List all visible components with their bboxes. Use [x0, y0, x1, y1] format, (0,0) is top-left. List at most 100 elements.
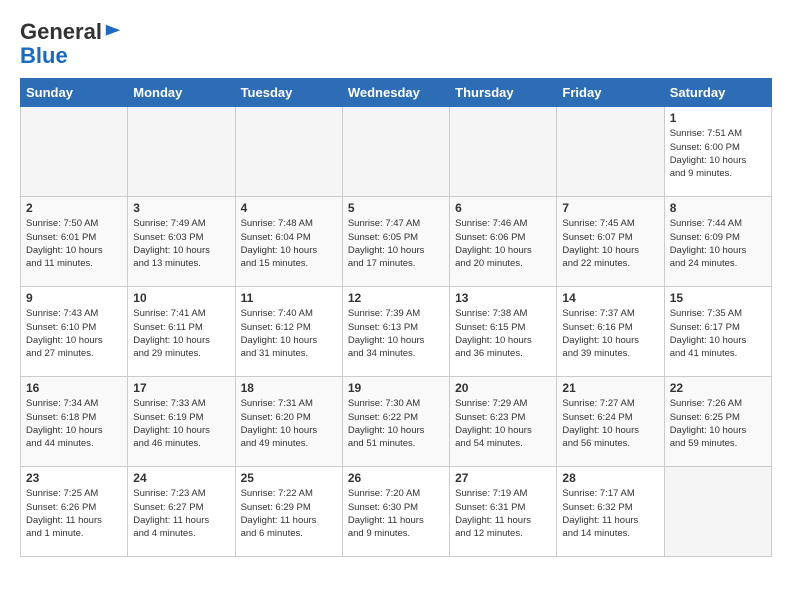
calendar-cell: 3 Sunrise: 7:49 AM Sunset: 6:03 PM Daylig… [128, 197, 235, 287]
day-number: 25 [241, 471, 337, 485]
calendar-cell: 18 Sunrise: 7:31 AM Sunset: 6:20 PM Dayli… [235, 377, 342, 467]
day-info: Sunrise: 7:20 AM Sunset: 6:30 PM Dayligh… [348, 487, 444, 540]
calendar-cell: 12Sunrise: 7:39 AM Sunset: 6:13 PM Dayli… [342, 287, 449, 377]
day-info: Sunrise: 7:51 AM Sunset: 6:00 PM Dayligh… [670, 127, 766, 180]
day-info: Sunrise: 7:31 AM Sunset: 6:20 PM Dayligh… [241, 397, 337, 450]
calendar-cell: 10Sunrise: 7:41 AM Sunset: 6:11 PM Dayli… [128, 287, 235, 377]
day-number: 4 [241, 201, 337, 215]
calendar-cell: 9 Sunrise: 7:43 AM Sunset: 6:10 PM Daylig… [21, 287, 128, 377]
calendar-cell: 8 Sunrise: 7:44 AM Sunset: 6:09 PM Daylig… [664, 197, 771, 287]
calendar-cell: 16 Sunrise: 7:34 AM Sunset: 6:18 PM Dayli… [21, 377, 128, 467]
day-info: Sunrise: 7:23 AM Sunset: 6:27 PM Dayligh… [133, 487, 229, 540]
day-info: Sunrise: 7:29 AM Sunset: 6:23 PM Dayligh… [455, 397, 551, 450]
day-info: Sunrise: 7:41 AM Sunset: 6:11 PM Dayligh… [133, 307, 229, 360]
day-number: 7 [562, 201, 658, 215]
weekday-header-saturday: Saturday [664, 79, 771, 107]
day-number: 16 [26, 381, 122, 395]
calendar-cell: 23Sunrise: 7:25 AM Sunset: 6:26 PM Dayli… [21, 467, 128, 557]
calendar-cell: 27 Sunrise: 7:19 AM Sunset: 6:31 PM Dayli… [450, 467, 557, 557]
weekday-header-thursday: Thursday [450, 79, 557, 107]
day-info: Sunrise: 7:35 AM Sunset: 6:17 PM Dayligh… [670, 307, 766, 360]
weekday-header-wednesday: Wednesday [342, 79, 449, 107]
day-info: Sunrise: 7:27 AM Sunset: 6:24 PM Dayligh… [562, 397, 658, 450]
weekday-header-friday: Friday [557, 79, 664, 107]
weekday-header-sunday: Sunday [21, 79, 128, 107]
weekday-header-tuesday: Tuesday [235, 79, 342, 107]
day-number: 8 [670, 201, 766, 215]
day-info: Sunrise: 7:49 AM Sunset: 6:03 PM Dayligh… [133, 217, 229, 270]
day-number: 20 [455, 381, 551, 395]
day-number: 22 [670, 381, 766, 395]
day-number: 17 [133, 381, 229, 395]
calendar-cell: 25 Sunrise: 7:22 AM Sunset: 6:29 PM Dayli… [235, 467, 342, 557]
day-number: 5 [348, 201, 444, 215]
calendar-week-5: 23Sunrise: 7:25 AM Sunset: 6:26 PM Dayli… [21, 467, 772, 557]
calendar-cell: 17 Sunrise: 7:33 AM Sunset: 6:19 PM Dayli… [128, 377, 235, 467]
calendar-cell [21, 107, 128, 197]
day-info: Sunrise: 7:17 AM Sunset: 6:32 PM Dayligh… [562, 487, 658, 540]
logo-general: General [20, 20, 102, 44]
day-number: 13 [455, 291, 551, 305]
day-number: 14 [562, 291, 658, 305]
calendar-cell: 5 Sunrise: 7:47 AM Sunset: 6:05 PM Daylig… [342, 197, 449, 287]
day-info: Sunrise: 7:19 AM Sunset: 6:31 PM Dayligh… [455, 487, 551, 540]
day-number: 27 [455, 471, 551, 485]
calendar-cell: 11 Sunrise: 7:40 AM Sunset: 6:12 PM Dayli… [235, 287, 342, 377]
day-number: 21 [562, 381, 658, 395]
calendar-cell [557, 107, 664, 197]
day-info: Sunrise: 7:25 AM Sunset: 6:26 PM Dayligh… [26, 487, 122, 540]
calendar-cell: 14 Sunrise: 7:37 AM Sunset: 6:16 PM Dayli… [557, 287, 664, 377]
day-info: Sunrise: 7:38 AM Sunset: 6:15 PM Dayligh… [455, 307, 551, 360]
day-info: Sunrise: 7:34 AM Sunset: 6:18 PM Dayligh… [26, 397, 122, 450]
day-info: Sunrise: 7:47 AM Sunset: 6:05 PM Dayligh… [348, 217, 444, 270]
day-number: 6 [455, 201, 551, 215]
calendar-cell: 15 Sunrise: 7:35 AM Sunset: 6:17 PM Dayli… [664, 287, 771, 377]
calendar-cell: 6 Sunrise: 7:46 AM Sunset: 6:06 PM Daylig… [450, 197, 557, 287]
day-info: Sunrise: 7:30 AM Sunset: 6:22 PM Dayligh… [348, 397, 444, 450]
day-number: 2 [26, 201, 122, 215]
day-info: Sunrise: 7:22 AM Sunset: 6:29 PM Dayligh… [241, 487, 337, 540]
calendar-cell: 20 Sunrise: 7:29 AM Sunset: 6:23 PM Dayli… [450, 377, 557, 467]
calendar-cell: 21 Sunrise: 7:27 AM Sunset: 6:24 PM Dayli… [557, 377, 664, 467]
calendar-cell: 28 Sunrise: 7:17 AM Sunset: 6:32 PM Dayli… [557, 467, 664, 557]
calendar-cell: 2 Sunrise: 7:50 AM Sunset: 6:01 PM Daylig… [21, 197, 128, 287]
calendar-cell: 1 Sunrise: 7:51 AM Sunset: 6:00 PM Daylig… [664, 107, 771, 197]
day-info: Sunrise: 7:40 AM Sunset: 6:12 PM Dayligh… [241, 307, 337, 360]
logo-blue: Blue [20, 44, 122, 68]
day-info: Sunrise: 7:50 AM Sunset: 6:01 PM Dayligh… [26, 217, 122, 270]
day-number: 3 [133, 201, 229, 215]
day-number: 9 [26, 291, 122, 305]
calendar-cell: 26Sunrise: 7:20 AM Sunset: 6:30 PM Dayli… [342, 467, 449, 557]
day-number: 28 [562, 471, 658, 485]
day-info: Sunrise: 7:39 AM Sunset: 6:13 PM Dayligh… [348, 307, 444, 360]
calendar-cell: 19 Sunrise: 7:30 AM Sunset: 6:22 PM Dayli… [342, 377, 449, 467]
day-info: Sunrise: 7:37 AM Sunset: 6:16 PM Dayligh… [562, 307, 658, 360]
calendar-cell: 13 Sunrise: 7:38 AM Sunset: 6:15 PM Dayli… [450, 287, 557, 377]
calendar-cell [128, 107, 235, 197]
day-number: 1 [670, 111, 766, 125]
logo-flag-icon [104, 23, 122, 41]
calendar-cell: 7 Sunrise: 7:45 AM Sunset: 6:07 PM Daylig… [557, 197, 664, 287]
day-info: Sunrise: 7:44 AM Sunset: 6:09 PM Dayligh… [670, 217, 766, 270]
day-number: 15 [670, 291, 766, 305]
day-info: Sunrise: 7:26 AM Sunset: 6:25 PM Dayligh… [670, 397, 766, 450]
calendar-cell [235, 107, 342, 197]
calendar-week-1: 1 Sunrise: 7:51 AM Sunset: 6:00 PM Daylig… [21, 107, 772, 197]
calendar-body: 1 Sunrise: 7:51 AM Sunset: 6:00 PM Daylig… [21, 107, 772, 557]
weekday-header-monday: Monday [128, 79, 235, 107]
day-info: Sunrise: 7:33 AM Sunset: 6:19 PM Dayligh… [133, 397, 229, 450]
calendar-table: SundayMondayTuesdayWednesdayThursdayFrid… [20, 78, 772, 557]
day-number: 19 [348, 381, 444, 395]
day-number: 11 [241, 291, 337, 305]
page-header: General Blue [20, 20, 772, 68]
calendar-week-4: 16 Sunrise: 7:34 AM Sunset: 6:18 PM Dayli… [21, 377, 772, 467]
day-info: Sunrise: 7:43 AM Sunset: 6:10 PM Dayligh… [26, 307, 122, 360]
calendar-cell [342, 107, 449, 197]
day-info: Sunrise: 7:46 AM Sunset: 6:06 PM Dayligh… [455, 217, 551, 270]
calendar-cell: 4Sunrise: 7:48 AM Sunset: 6:04 PM Daylig… [235, 197, 342, 287]
day-number: 24 [133, 471, 229, 485]
day-info: Sunrise: 7:45 AM Sunset: 6:07 PM Dayligh… [562, 217, 658, 270]
calendar-cell: 22 Sunrise: 7:26 AM Sunset: 6:25 PM Dayli… [664, 377, 771, 467]
day-number: 18 [241, 381, 337, 395]
calendar-cell [450, 107, 557, 197]
